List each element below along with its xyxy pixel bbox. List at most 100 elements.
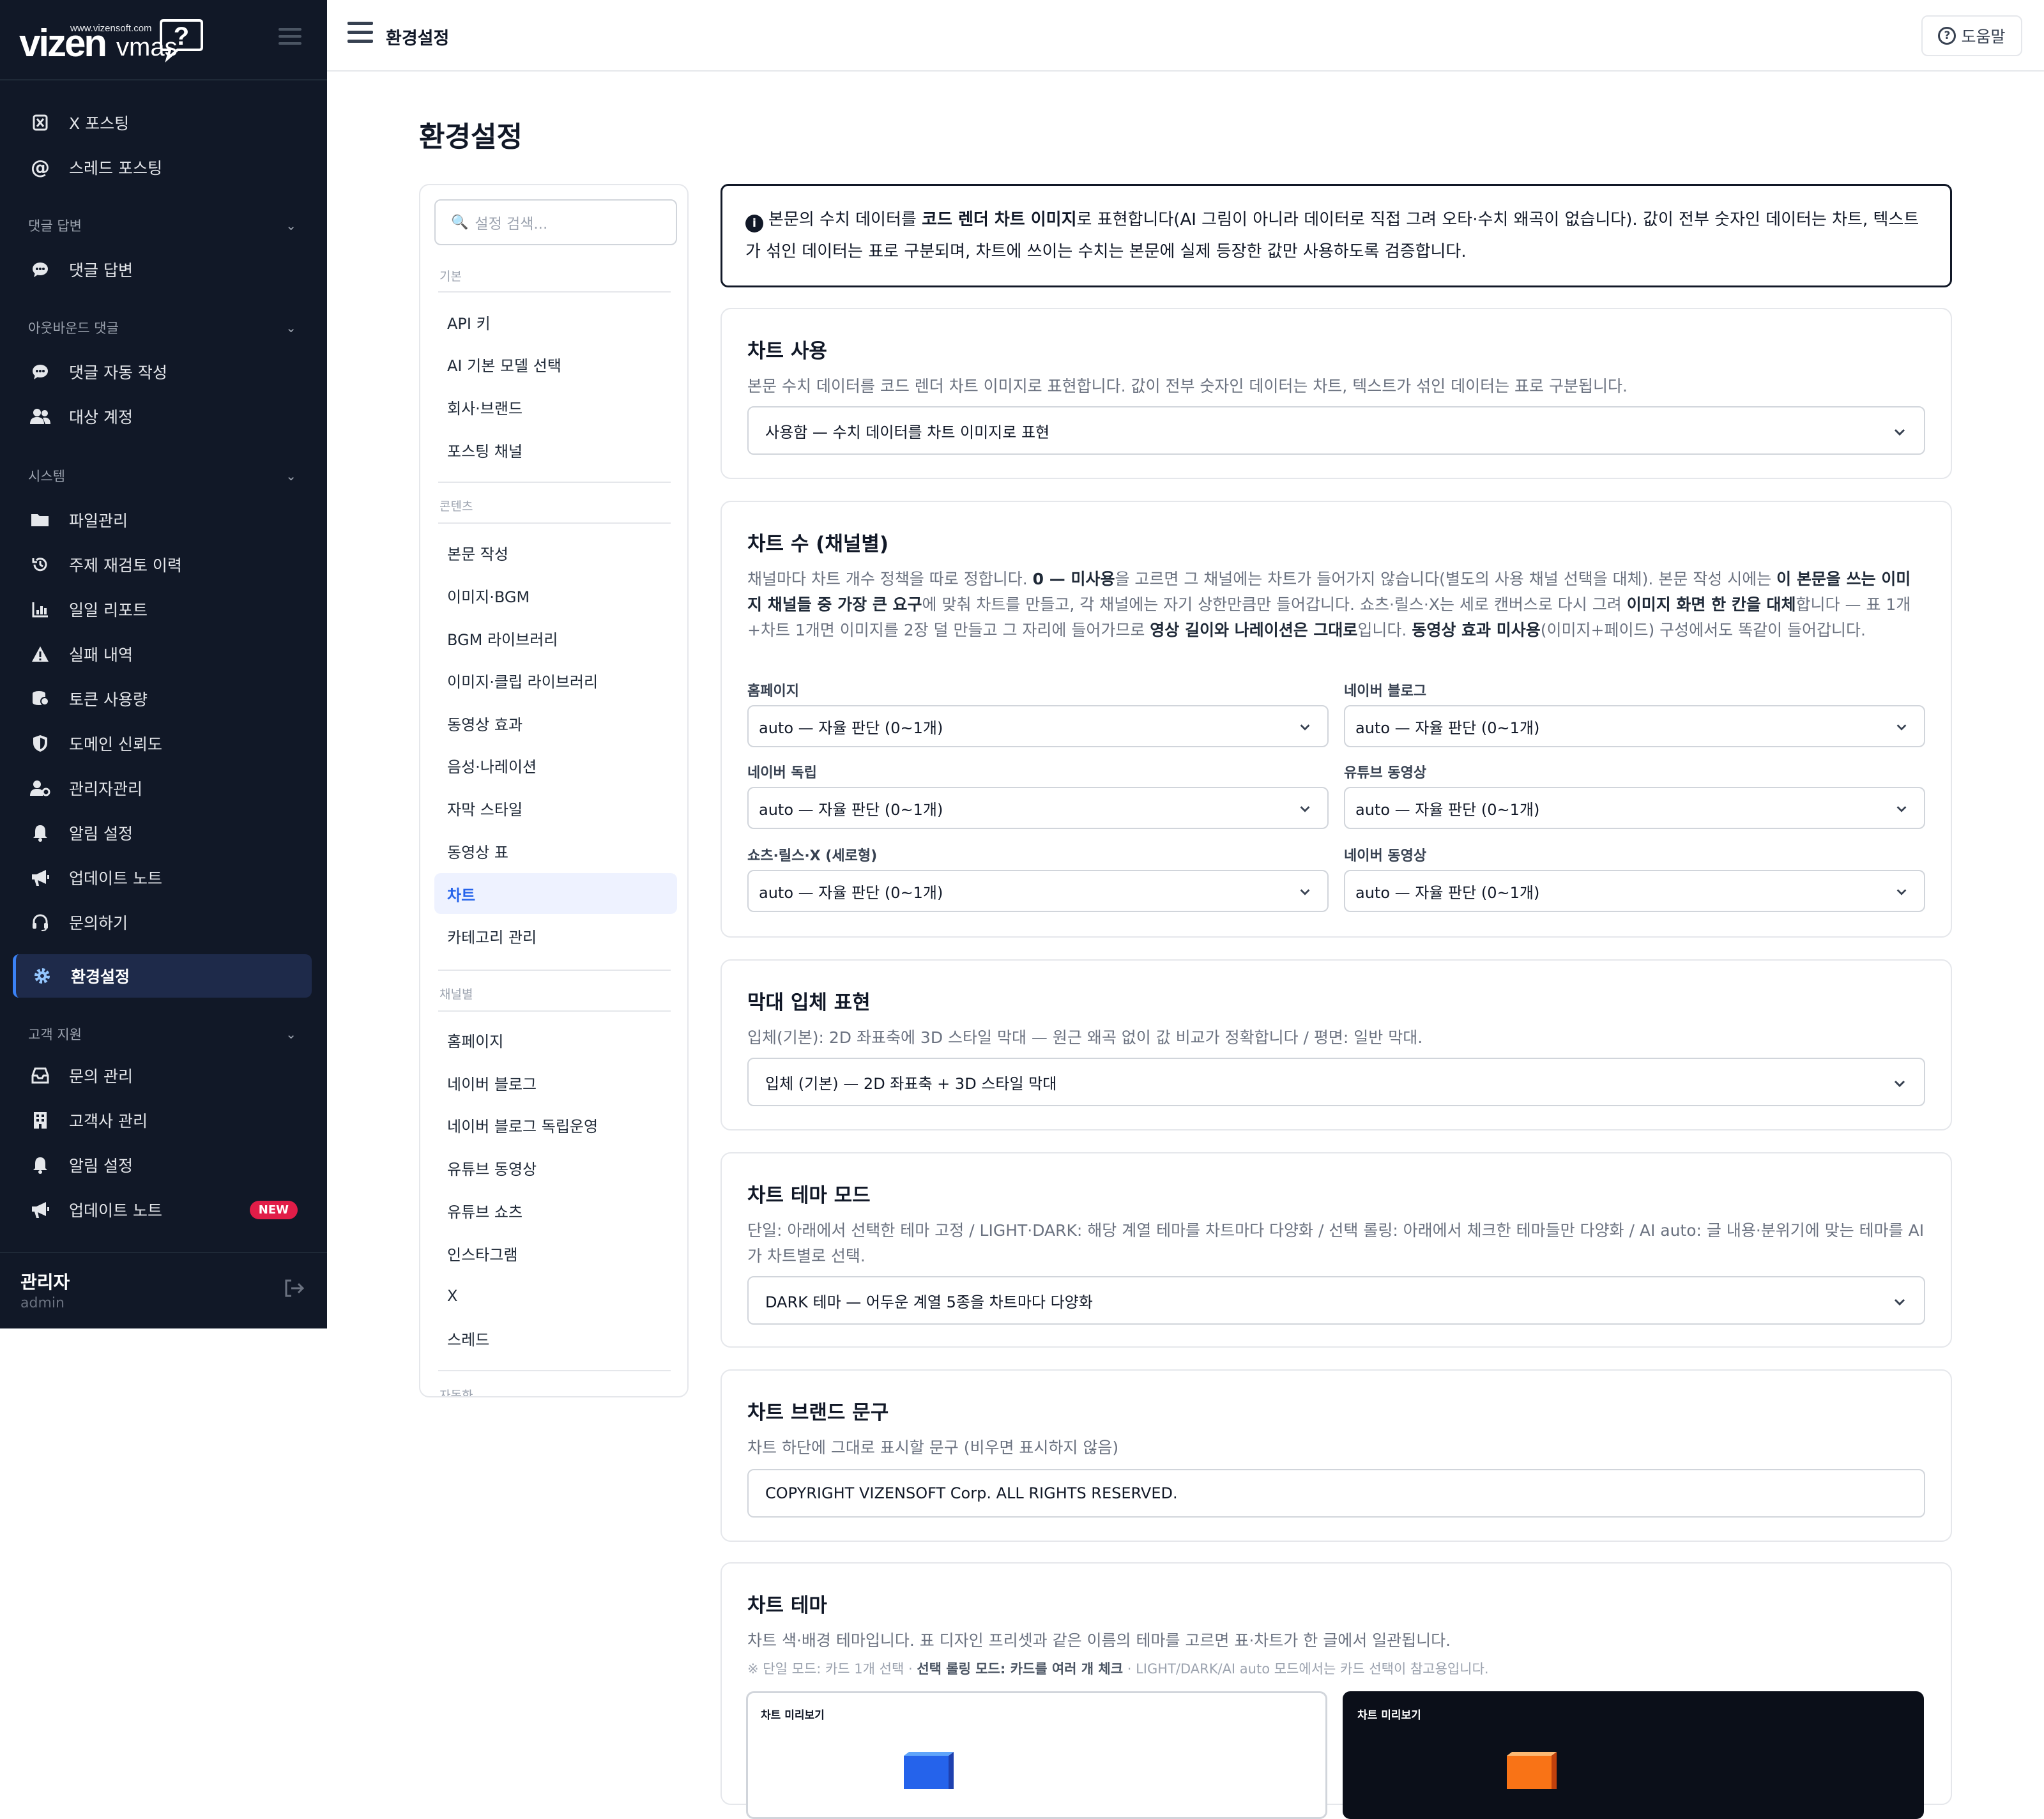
divider xyxy=(438,291,671,293)
nav-item-file-manager[interactable]: 파일관리 xyxy=(14,498,313,542)
select-youtube-video-chart-count[interactable]: auto — 자율 판단 (0~1개) xyxy=(1344,787,1925,829)
select-homepage-chart-count[interactable]: auto — 자율 판단 (0~1개) xyxy=(747,705,1329,747)
subnav-item-homepage[interactable]: 홈페이지 xyxy=(434,1019,677,1060)
history-icon xyxy=(29,554,51,575)
nav-section-system[interactable]: 시스템 ⌄ xyxy=(28,466,296,485)
select-naver-blog-chart-count[interactable]: auto — 자율 판단 (0~1개) xyxy=(1344,705,1925,747)
nav-item-support-notifications[interactable]: 알림 설정 xyxy=(14,1143,313,1187)
section-label: 아웃바운드 댓글 xyxy=(28,321,119,336)
subnav-item-ai-model[interactable]: AI 기본 모델 선택 xyxy=(434,344,677,384)
help-button[interactable]: ? 도움말 xyxy=(1921,15,2022,56)
field-label-homepage: 홈페이지 xyxy=(747,683,799,699)
chevron-down-icon: ⌄ xyxy=(286,218,296,233)
preview-bar xyxy=(904,1752,954,1789)
subnav-group-content: 콘텐츠 xyxy=(439,499,473,514)
preview-label: 차트 미리보기 xyxy=(761,1709,825,1722)
nav-label: 도메인 신뢰도 xyxy=(69,735,162,754)
logout-icon[interactable] xyxy=(284,1279,305,1298)
card-description: 입체(기본): 2D 좌표축에 3D 스타일 막대 — 원근 왜곡 없이 값 비… xyxy=(747,1028,1423,1047)
card-title: 차트 테마 모드 xyxy=(747,1184,871,1207)
nav-item-token-usage[interactable]: 토큰 사용량 xyxy=(14,677,313,720)
card-title: 막대 입체 표현 xyxy=(747,991,871,1014)
subnav-item-body-writing[interactable]: 본문 작성 xyxy=(434,532,677,573)
nav-item-domain-trust[interactable]: 도메인 신뢰도 xyxy=(14,722,313,765)
warning-icon xyxy=(29,643,51,665)
sidebar-collapse-button[interactable] xyxy=(278,28,301,47)
card-title: 차트 사용 xyxy=(747,340,827,363)
brand-text-input[interactable]: COPYRIGHT VIZENSOFT Corp. ALL RIGHTS RES… xyxy=(747,1469,1925,1518)
select-value: 입체 (기본) — 2D 좌표축 + 3D 스타일 막대 xyxy=(765,1074,1057,1093)
subnav-item-naver-blog[interactable]: 네이버 블로그 xyxy=(434,1062,677,1103)
card-title: 차트 브랜드 문구 xyxy=(747,1401,889,1424)
chart-use-select[interactable]: 사용함 — 수치 데이터를 차트 이미지로 표현 xyxy=(747,406,1925,455)
input-value: COPYRIGHT VIZENSOFT Corp. ALL RIGHTS RES… xyxy=(765,1484,1178,1502)
settings-search-input[interactable]: 🔍 설정 검색... xyxy=(434,199,677,245)
subnav-item-chart[interactable]: 차트 xyxy=(434,873,677,914)
nav-section-outbound[interactable]: 아웃바운드 댓글 ⌄ xyxy=(28,318,296,337)
card-description: 단일: 아래에서 선택한 테마 고정 / LIGHT·DARK: 해당 계열 테… xyxy=(747,1221,1925,1265)
subnav-item-instagram[interactable]: 인스타그램 xyxy=(434,1233,677,1274)
nav-item-topic-review-history[interactable]: 주제 재검토 이력 xyxy=(14,543,313,586)
settings-subnav: 🔍 설정 검색... 기본 API 키 AI 기본 모델 선택 회사·브랜드 포… xyxy=(419,184,689,1397)
subnav-item-threads[interactable]: 스레드 xyxy=(434,1318,677,1359)
nav-item-contact[interactable]: 문의하기 xyxy=(14,901,313,944)
nav-item-support-update-notes[interactable]: 업데이트 노트 NEW xyxy=(14,1188,313,1231)
subnav-item-image-bgm[interactable]: 이미지·BGM xyxy=(434,575,677,616)
subnav-item-bgm-library[interactable]: BGM 라이브러리 xyxy=(434,618,677,658)
nav-section-support[interactable]: 고객 지원 ⌄ xyxy=(28,1024,296,1044)
select-vertical-chart-count[interactable]: auto — 자율 판단 (0~1개) xyxy=(747,870,1329,912)
subnav-item-api-key[interactable]: API 키 xyxy=(434,301,677,342)
theme-preview-card-dark[interactable]: 차트 미리보기 xyxy=(1343,1691,1924,1819)
nav-label: X 포스팅 xyxy=(69,114,130,133)
help-circle-icon: ? xyxy=(1938,27,1956,45)
new-badge: NEW xyxy=(249,1200,298,1219)
subnav-item-video-table[interactable]: 동영상 표 xyxy=(434,830,677,871)
field-label-naver-blog: 네이버 블로그 xyxy=(1344,683,1427,699)
select-naver-independent-chart-count[interactable]: auto — 자율 판단 (0~1개) xyxy=(747,787,1329,829)
subnav-item-x[interactable]: X xyxy=(434,1275,677,1316)
subnav-item-youtube-video[interactable]: 유튜브 동영상 xyxy=(434,1147,677,1188)
subnav-item-youtube-shorts[interactable]: 유튜브 쇼츠 xyxy=(434,1190,677,1231)
nav-item-client-manager[interactable]: 고객사 관리 xyxy=(14,1099,313,1142)
subnav-item-company-brand[interactable]: 회사·브랜드 xyxy=(434,386,677,427)
theme-preview-card-light[interactable]: 차트 미리보기 xyxy=(746,1691,1327,1819)
nav-item-x-posting[interactable]: X 포스팅 xyxy=(14,101,313,144)
nav-section-comments[interactable]: 댓글 답변 ⌄ xyxy=(28,216,296,235)
subnav-item-posting-channels[interactable]: 포스팅 채널 xyxy=(434,429,677,470)
vizen-logo[interactable]: www.vizensoft.com vizen vmas ? xyxy=(19,17,211,68)
nav-item-auto-comment[interactable]: 댓글 자동 작성 xyxy=(14,350,313,393)
subnav-item-video-effects[interactable]: 동영상 효과 xyxy=(434,703,677,743)
hamburger-menu-icon[interactable] xyxy=(347,22,373,49)
building-icon xyxy=(29,1109,51,1131)
info-icon: i xyxy=(745,215,763,232)
subnav-item-category-manager[interactable]: 카테고리 관리 xyxy=(434,915,677,956)
select-naver-video-chart-count[interactable]: auto — 자율 판단 (0~1개) xyxy=(1344,870,1925,912)
nav-label: 일일 리포트 xyxy=(69,601,148,620)
theme-mode-select[interactable]: DARK 테마 — 어두운 계열 5종을 차트마다 다양화 xyxy=(747,1276,1925,1325)
nav-label: 문의 관리 xyxy=(69,1067,133,1086)
subnav-item-voice-narration[interactable]: 음성·나레이션 xyxy=(434,745,677,786)
user-gear-icon xyxy=(29,777,51,799)
subnav-item-subtitle-style[interactable]: 자막 스타일 xyxy=(434,788,677,828)
folder-icon xyxy=(29,509,51,531)
nav-item-daily-report[interactable]: 일일 리포트 xyxy=(14,588,313,631)
nav-label: 고객사 관리 xyxy=(69,1112,148,1130)
bar-3d-select[interactable]: 입체 (기본) — 2D 좌표축 + 3D 스타일 막대 xyxy=(747,1058,1925,1106)
nav-item-settings[interactable]: 환경설정 xyxy=(13,954,312,998)
chevron-down-icon xyxy=(1894,429,1905,436)
nav-item-threads-posting[interactable]: @ 스레드 포스팅 xyxy=(14,146,313,189)
subnav-item-image-clip-library[interactable]: 이미지·클립 라이브러리 xyxy=(434,660,677,701)
nav-label: 실패 내역 xyxy=(69,646,133,664)
nav-item-target-accounts[interactable]: 대상 계정 xyxy=(14,395,313,438)
divider xyxy=(438,1010,671,1012)
nav-item-comment-reply[interactable]: 댓글 답변 xyxy=(14,248,313,291)
card-brand-text: 차트 브랜드 문구 차트 하단에 그대로 표시할 문구 (비우면 표시하지 않음… xyxy=(721,1369,1952,1542)
nav-item-update-notes[interactable]: 업데이트 노트 xyxy=(14,856,313,899)
nav-item-inquiry-manager[interactable]: 문의 관리 xyxy=(14,1054,313,1097)
nav-item-admin-manager[interactable]: 관리자관리 xyxy=(14,766,313,810)
subnav-item-naver-blog-independent[interactable]: 네이버 블로그 독립운영 xyxy=(434,1104,677,1145)
nav-label: 스레드 포스팅 xyxy=(69,159,162,178)
nav-item-notification-settings[interactable]: 알림 설정 xyxy=(14,811,313,855)
nav-label: 파일관리 xyxy=(69,512,128,530)
nav-item-failures[interactable]: 실패 내역 xyxy=(14,632,313,676)
